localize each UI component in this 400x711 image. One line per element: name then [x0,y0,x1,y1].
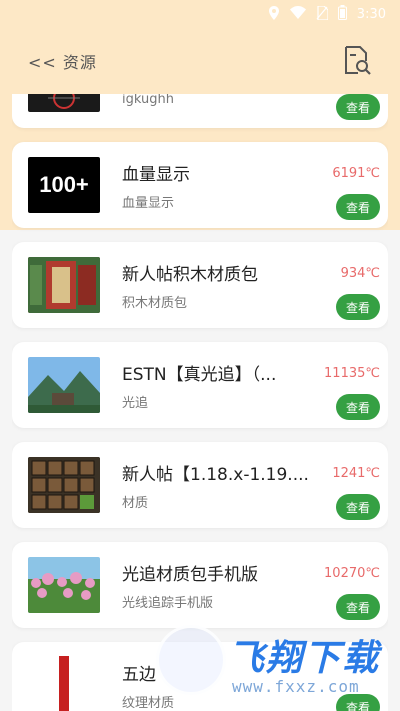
list-item[interactable]: 五边 纹理材质 查看 [12,642,388,711]
view-button[interactable]: 查看 [336,94,380,120]
list-item[interactable]: 新人帖积木材质包 积木材质包 934℃ 查看 [12,242,388,328]
item-thumbnail [28,457,100,513]
list-item[interactable]: igkughh 查看 [12,94,388,128]
thumbnail-text: 100+ [39,172,89,197]
item-thumbnail [28,656,100,711]
list-item[interactable]: 新人帖【1.18.x-1.19.... 材质 1241℃ 查看 [12,442,388,528]
app-header: << 资源 [0,28,400,94]
no-sim-icon [316,4,329,23]
status-bar: 3:30 [0,0,400,28]
item-subtitle: igkughh [122,94,174,107]
item-thumbnail [28,94,100,112]
status-time: 3:30 [356,6,386,22]
view-button[interactable]: 查看 [336,294,380,320]
wifi-icon [289,6,306,22]
item-thumbnail [28,357,100,413]
search-document-icon[interactable] [342,45,372,77]
item-heat: 6191℃ [332,166,380,181]
item-title: 五边 [122,665,156,685]
resource-list[interactable]: igkughh 查看 100+ 血量显示 血量显示 6191℃ 查看 新人帖积木… [12,94,388,711]
battery-icon [337,5,347,23]
item-title: ESTN【真光追】（... [122,365,277,385]
view-button[interactable]: 查看 [336,394,380,420]
item-subtitle: 血量显示 [122,196,175,211]
item-thumbnail [28,257,100,313]
item-subtitle: 积木材质包 [122,296,188,311]
item-heat: 11135℃ [324,366,380,381]
item-heat: 10270℃ [324,566,380,581]
list-item[interactable]: 光追材质包手机版 光线追踪手机版 10270℃ 查看 [12,542,388,628]
item-heat: 934℃ [340,266,380,281]
item-heat: 1241℃ [332,466,380,481]
view-button[interactable]: 查看 [336,694,380,711]
list-item[interactable]: ESTN【真光追】（... 光追 11135℃ 查看 [12,342,388,428]
item-title: 新人帖【1.18.x-1.19.... [122,465,309,485]
back-link[interactable]: << 资源 [28,49,97,73]
item-thumbnail: 100+ [28,157,100,213]
item-title: 血量显示 [122,165,190,185]
item-subtitle: 光线追踪手机版 [122,596,214,611]
list-item[interactable]: 100+ 血量显示 血量显示 6191℃ 查看 [12,142,388,228]
item-title: 光追材质包手机版 [122,565,258,585]
view-button[interactable]: 查看 [336,494,380,520]
item-subtitle: 材质 [122,496,149,511]
item-subtitle: 光追 [122,396,149,411]
thumbnail-red-bar [59,656,69,711]
view-button[interactable]: 查看 [336,594,380,620]
view-button[interactable]: 查看 [336,194,380,220]
item-title: 新人帖积木材质包 [122,265,258,285]
location-icon [268,5,280,23]
item-subtitle: 纹理材质 [122,696,175,711]
item-thumbnail [28,557,100,613]
